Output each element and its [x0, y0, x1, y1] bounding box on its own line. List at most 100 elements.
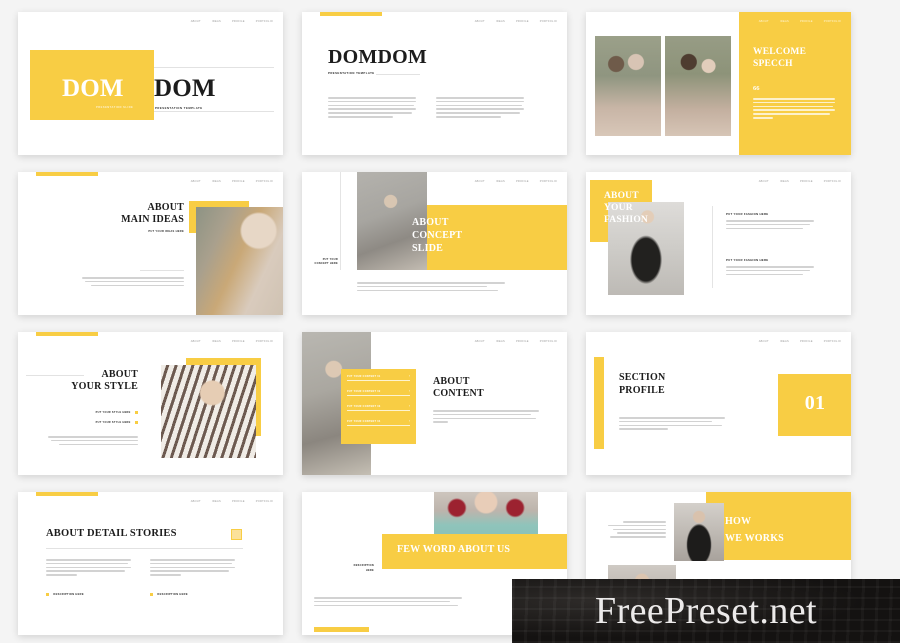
- intro-title: DOMDOM: [328, 46, 427, 68]
- header-rule: [46, 548, 243, 549]
- bullet-icon: [134, 411, 138, 415]
- fashion-block-1-text: [726, 220, 814, 230]
- nav-item-1: IDEAS: [211, 340, 221, 343]
- nav-item-1: IDEAS: [779, 180, 789, 183]
- bullet-icon: [134, 421, 138, 425]
- profile-title-line-1: SECTION: [619, 372, 666, 383]
- content-list-item[interactable]: Put your content 02 ›: [347, 389, 410, 396]
- slide-about-main-ideas[interactable]: ABOUT IDEAS PROFILE PORTFOLIO ABOUT MAIN…: [18, 172, 283, 315]
- slide-intro[interactable]: ABOUT IDEAS PROFILE PORTFOLIO DOMDOM PRE…: [302, 12, 567, 155]
- stories-column-1-text: [46, 559, 131, 576]
- fashion-title-line-3: FASHION: [604, 215, 648, 225]
- concept-side-label-line-1: Put your: [322, 258, 338, 261]
- intro-subtitle: PRESENTATION TEMPLATE: [328, 71, 375, 75]
- nav-item-2: PROFILE: [515, 340, 529, 343]
- concept-title-line-2: CONCEPT: [412, 230, 463, 241]
- stories-column-1-caption: Description here: [53, 593, 84, 597]
- nav-item-1: IDEAS: [779, 340, 789, 343]
- nav-item-1: IDEAS: [495, 340, 505, 343]
- watermark-freepreset: FreePreset.net: [512, 579, 900, 643]
- content-list: Put your content 01 › Put your content 0…: [347, 374, 410, 426]
- slide-about-detail-stories[interactable]: ABOUT IDEAS PROFILE PORTFOLIO ABOUT DETA…: [18, 492, 283, 635]
- content-list-item-label: Put your content 03: [347, 404, 381, 408]
- concept-side-label-line-2: concept here: [314, 262, 338, 265]
- slide-section-profile[interactable]: ABOUT IDEAS PROFILE PORTFOLIO SECTION PR…: [586, 332, 851, 475]
- accent-topbar: [36, 332, 98, 336]
- slide-about-your-style[interactable]: ABOUT IDEAS PROFILE PORTFOLIO ABOUT YOUR…: [18, 332, 283, 475]
- style-caption-2-row: Put your style here: [78, 421, 138, 425]
- content-list-item[interactable]: Put your content 03 ›: [347, 404, 410, 411]
- ideas-title-line-1: ABOUT: [147, 202, 184, 213]
- nav-item-2: PROFILE: [231, 340, 245, 343]
- works-title-line-2: WE WORKS: [725, 533, 784, 544]
- fewword-side-label-line-2: here: [365, 569, 374, 572]
- nav-item-0: ABOUT: [190, 180, 201, 183]
- slide-about-concept[interactable]: ABOUT IDEAS PROFILE PORTFOLIO ABOUT CONC…: [302, 172, 567, 315]
- photo-redhair-woman: [196, 207, 283, 315]
- slide-cover[interactable]: ABOUT IDEAS PROFILE PORTFOLIO DOM DOM PR…: [18, 12, 283, 155]
- nav-item-2: PROFILE: [515, 20, 529, 23]
- fashion-title-line-1: ABOUT: [604, 191, 639, 201]
- nav-item-0: ABOUT: [474, 180, 485, 183]
- nav-item-0: ABOUT: [190, 500, 201, 503]
- concept-paragraph: [357, 282, 505, 292]
- accent-bar-left: [594, 357, 604, 449]
- photo-woman-mask-upper: [674, 503, 724, 561]
- bullet-icon: [150, 593, 154, 597]
- ideas-paragraph: [82, 277, 184, 287]
- nav-item-0: ABOUT: [758, 180, 769, 183]
- accent-panel: [739, 12, 851, 155]
- nav-item-3: PORTFOLIO: [255, 180, 273, 183]
- quote-mark-icon: 66: [753, 85, 760, 92]
- photo-two-women-b: [665, 36, 731, 136]
- content-paragraph: [433, 410, 539, 423]
- concept-title-line-1: ABOUT: [412, 217, 449, 228]
- intro-paragraph-right: [436, 97, 524, 118]
- slide-grid: ABOUT IDEAS PROFILE PORTFOLIO DOM DOM PR…: [0, 0, 900, 643]
- slide-about-your-fashion[interactable]: ABOUT IDEAS PROFILE PORTFOLIO ABOUT YOUR…: [586, 172, 851, 315]
- works-title-line-1: HOW: [725, 516, 752, 527]
- content-list-item[interactable]: Put your content 01 ›: [347, 374, 410, 381]
- nav-item-1: IDEAS: [779, 20, 789, 23]
- chevron-right-icon: ›: [408, 419, 410, 423]
- nav-item-3: PORTFOLIO: [823, 180, 841, 183]
- style-caption-2: Put your style here: [95, 421, 131, 425]
- content-list-item-label: Put your content 04: [347, 419, 381, 423]
- slide-about-content[interactable]: ABOUT IDEAS PROFILE PORTFOLIO Put your c…: [302, 332, 567, 475]
- slide-welcome-speech[interactable]: ABOUT IDEAS PROFILE PORTFOLIO WELCOME SP…: [586, 12, 851, 155]
- style-paragraph: [48, 436, 138, 446]
- accent-bottom-bar: [314, 627, 369, 632]
- concept-title-line-3: SLIDE: [412, 243, 444, 254]
- fashion-block-1-heading: Put your fashion here: [726, 212, 769, 216]
- stories-column-2-caption-row: Description here: [150, 593, 188, 597]
- title-rule: [26, 375, 84, 376]
- style-caption-1-row: Put your style here: [78, 411, 138, 415]
- nav-item-1: IDEAS: [211, 20, 221, 23]
- content-list-item[interactable]: Put your content 04 ›: [347, 419, 410, 426]
- works-paragraph: [608, 521, 666, 538]
- profile-title-line-2: PROFILE: [619, 385, 665, 396]
- divider-bottom: [154, 111, 274, 112]
- nav-item-1: IDEAS: [495, 20, 505, 23]
- nav-item-3: PORTFOLIO: [539, 20, 557, 23]
- nav-item-0: ABOUT: [190, 20, 201, 23]
- nav-item-3: PORTFOLIO: [823, 340, 841, 343]
- stories-title: ABOUT DETAIL STORIES: [46, 528, 177, 539]
- photo-striped-top: [161, 365, 256, 458]
- profile-paragraph: [619, 417, 725, 430]
- nav-item-2: PROFILE: [231, 500, 245, 503]
- intro-paragraph-left: [328, 97, 416, 118]
- nav-item-2: PROFILE: [231, 20, 245, 23]
- slide-nav: ABOUT IDEAS PROFILE PORTFOLIO: [191, 20, 273, 23]
- stories-accent-square-icon: [231, 529, 242, 540]
- nav-item-2: PROFILE: [231, 180, 245, 183]
- slide-nav: ABOUT IDEAS PROFILE PORTFOLIO: [759, 340, 841, 343]
- nav-item-0: ABOUT: [474, 20, 485, 23]
- nav-item-0: ABOUT: [190, 340, 201, 343]
- nav-item-2: PROFILE: [515, 180, 529, 183]
- accent-topbar: [36, 492, 98, 496]
- left-divider: [340, 172, 341, 270]
- nav-item-2: PROFILE: [799, 20, 813, 23]
- stories-column-1-caption-row: Description here: [46, 593, 84, 597]
- slide-nav: ABOUT IDEAS PROFILE PORTFOLIO: [191, 500, 273, 503]
